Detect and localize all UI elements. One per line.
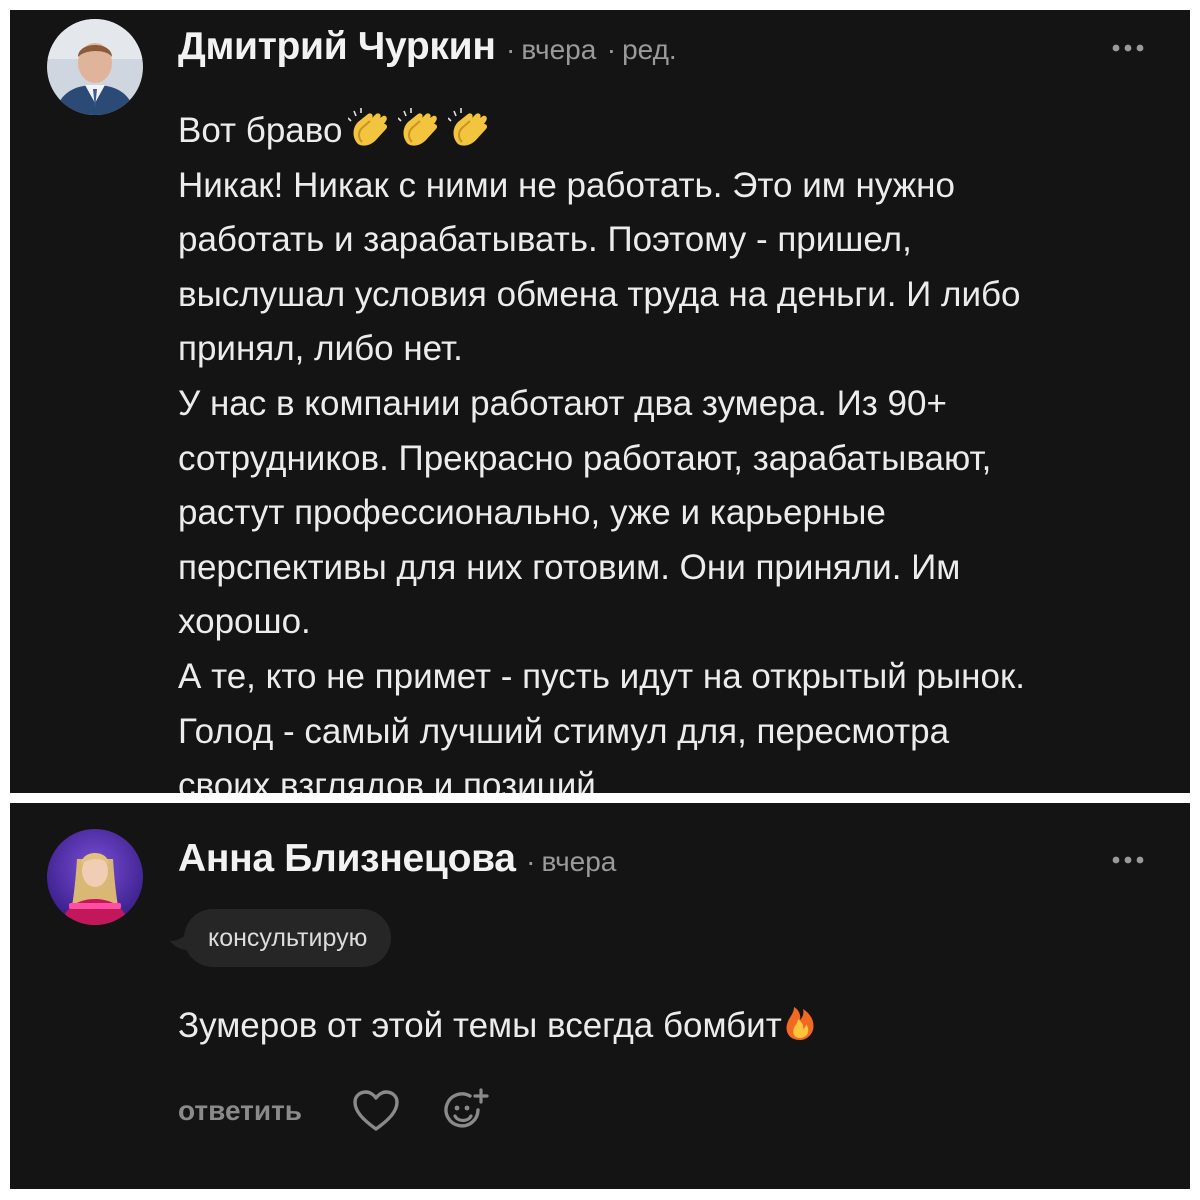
separator-dot: · bbox=[506, 34, 516, 65]
comment-header: Дмитрий Чуркин · вчера · ред. bbox=[178, 25, 677, 69]
separator-dot: · bbox=[606, 34, 617, 65]
add-reaction-icon[interactable] bbox=[444, 1088, 490, 1134]
clapping-hands-emoji bbox=[398, 108, 442, 148]
avatar-photo bbox=[47, 19, 143, 115]
more-horizontal-icon[interactable] bbox=[1110, 850, 1146, 870]
heart-icon[interactable] bbox=[352, 1089, 400, 1133]
comment-line: принял, либо нет. bbox=[178, 329, 463, 369]
avatar-photo bbox=[47, 829, 143, 925]
comment-line: Голод - самый лучший стимул для, пересмо… bbox=[178, 711, 950, 751]
comment-line: растут профессионально, уже и карьерные bbox=[178, 493, 886, 533]
clapping-hands-emoji bbox=[448, 108, 492, 148]
comment-line: хорошо. bbox=[178, 602, 311, 642]
comment-line: выслушал условия обмена труда на деньги.… bbox=[178, 274, 1021, 314]
comment-line: работать и зарабатывать. Поэтому - прише… bbox=[178, 220, 912, 260]
comment-line-text: Вот браво bbox=[178, 111, 343, 150]
comment-line: Вот браво bbox=[178, 104, 1168, 159]
comment-text: Вот браво Никак! Никак с ними не работат… bbox=[178, 104, 1168, 793]
comment-line: А те, кто не примет - пусть идут на откр… bbox=[178, 656, 1026, 696]
avatar[interactable] bbox=[47, 829, 143, 925]
comment-line: Никак! Никак с ними не работать. Это им … bbox=[178, 165, 955, 205]
comment-text: Зумеров от этой темы всегда бомбит bbox=[178, 1001, 818, 1046]
comment-line: своих взглядов и позиций bbox=[178, 766, 596, 793]
edited-label: ред. bbox=[622, 34, 677, 65]
comment-line: У нас в компании работают два зумера. Из… bbox=[178, 383, 947, 423]
more-horizontal-icon[interactable] bbox=[1110, 38, 1146, 58]
avatar[interactable] bbox=[47, 19, 143, 115]
comment-line: сотрудников. Прекрасно работают, зарабат… bbox=[178, 438, 992, 478]
comment-line-text: Зумеров от этой темы всегда бомбит bbox=[178, 1006, 782, 1045]
separator-dot: · bbox=[526, 846, 536, 877]
role-badge: консультирую bbox=[184, 909, 392, 967]
comment-panel-1: Дмитрий Чуркин · вчера · ред. Вот браво Ни… bbox=[10, 10, 1190, 793]
comment-panel-2: Анна Близнецова · вчера консультирую Зуме… bbox=[10, 803, 1190, 1189]
comment-actions: ответить bbox=[178, 1086, 490, 1136]
comment-header: Анна Близнецова · вчера bbox=[178, 837, 616, 881]
clapping-hands-emoji bbox=[348, 108, 392, 148]
author-name[interactable]: Дмитрий Чуркин bbox=[178, 25, 496, 68]
reply-button[interactable]: ответить bbox=[178, 1095, 302, 1127]
author-name[interactable]: Анна Близнецова bbox=[178, 837, 516, 880]
timestamp: вчера bbox=[541, 846, 617, 877]
fire-emoji bbox=[782, 1001, 818, 1041]
timestamp: вчера bbox=[521, 34, 597, 65]
comment-line: перспективы для них готовим. Они приняли… bbox=[178, 547, 961, 587]
